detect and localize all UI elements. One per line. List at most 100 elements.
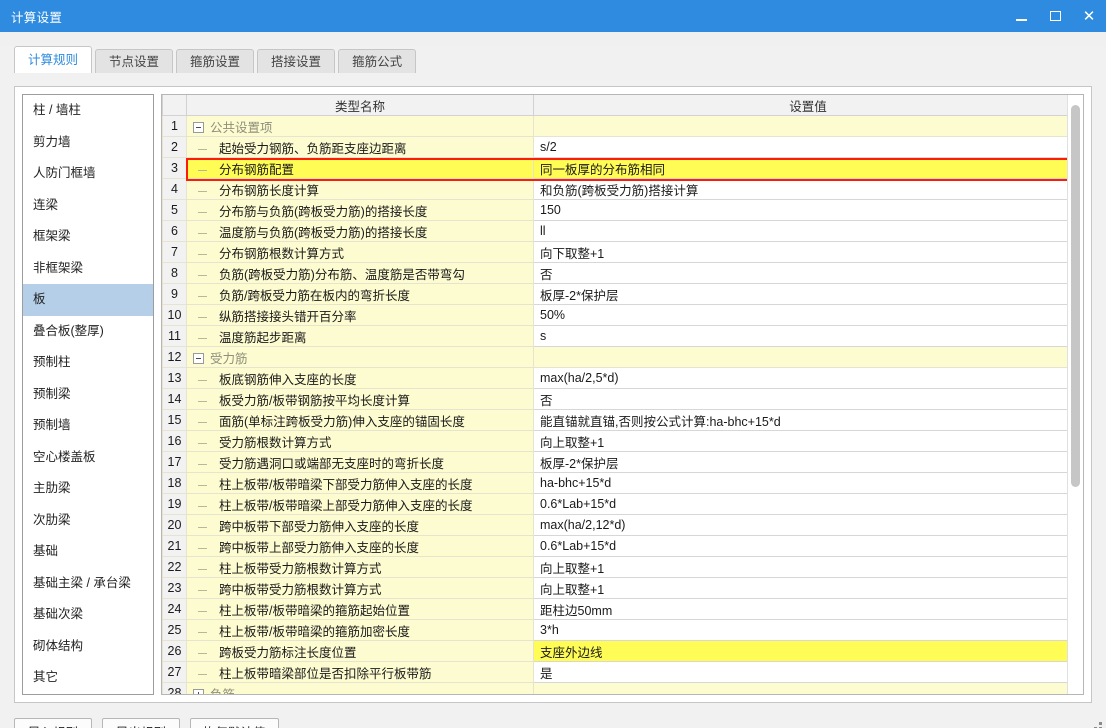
row-setting-value-cell[interactable]: s/2: [533, 136, 1083, 158]
row-setting-value-cell[interactable]: 板厚-2*保护层: [533, 451, 1083, 473]
row-setting-value-cell[interactable]: ha-bhc+15*d: [533, 472, 1083, 494]
sidebar-item-10[interactable]: 预制墙: [23, 410, 153, 442]
tab-stirrup-settings[interactable]: 箍筋设置: [176, 49, 255, 73]
sidebar-item-16[interactable]: 基础次梁: [23, 599, 153, 631]
row-setting-value-cell[interactable]: 向上取整+1: [533, 430, 1083, 452]
table-row[interactable]: 5 分布筋与负筋(跨板受力筋)的搭接长度 150: [162, 199, 1083, 221]
sidebar-item-14[interactable]: 基础: [23, 536, 153, 568]
tab-lap-settings[interactable]: 搭接设置: [257, 49, 336, 73]
table-row[interactable]: 14 板受力筋/板带钢筋按平均长度计算 否: [162, 388, 1083, 410]
sidebar-item-0[interactable]: 柱 / 墙柱: [23, 95, 153, 127]
collapse-icon[interactable]: [193, 352, 204, 364]
row-type-name-cell[interactable]: 温度筋与负筋(跨板受力筋)的搭接长度: [186, 220, 534, 242]
table-row[interactable]: 17 受力筋遇洞口或端部无支座时的弯折长度 板厚-2*保护层: [162, 451, 1083, 473]
import-rules-button[interactable]: 导入规则: [14, 718, 92, 728]
row-setting-value-cell[interactable]: 和负筋(跨板受力筋)搭接计算: [533, 178, 1083, 200]
scrollbar-thumb[interactable]: [1071, 105, 1080, 487]
row-setting-value-cell[interactable]: max(ha/2,5*d): [533, 367, 1083, 389]
row-setting-value-cell[interactable]: 0.6*Lab+15*d: [533, 535, 1083, 557]
row-setting-value-cell[interactable]: 50%: [533, 304, 1083, 326]
sidebar-item-1[interactable]: 剪力墙: [23, 127, 153, 159]
table-row[interactable]: 26 跨板受力筋标注长度位置 支座外边线: [162, 640, 1083, 662]
table-row[interactable]: 7 分布钢筋根数计算方式 向下取整+1: [162, 241, 1083, 263]
row-setting-value-cell[interactable]: max(ha/2,12*d): [533, 514, 1083, 536]
row-type-name-cell[interactable]: 跨中板带下部受力筋伸入支座的长度: [186, 514, 534, 536]
export-rules-button[interactable]: 导出规则: [102, 718, 180, 728]
row-setting-value-cell[interactable]: 3*h: [533, 619, 1083, 641]
row-setting-value-cell[interactable]: 是: [533, 661, 1083, 683]
row-setting-value-cell[interactable]: 向上取整+1: [533, 556, 1083, 578]
sidebar-item-11[interactable]: 空心楼盖板: [23, 442, 153, 474]
table-row[interactable]: 15 面筋(单标注跨板受力筋)伸入支座的锚固长度 能直锚就直锚,否则按公式计算:ha…: [162, 409, 1083, 431]
row-setting-value-cell[interactable]: 向下取整+1: [533, 241, 1083, 263]
row-type-name-cell[interactable]: 公共设置项: [186, 115, 534, 137]
sidebar-item-9[interactable]: 预制梁: [23, 379, 153, 411]
table-row[interactable]: 12 受力筋: [162, 346, 1083, 368]
table-row[interactable]: 10 纵筋搭接接头错开百分率 50%: [162, 304, 1083, 326]
tab-node-settings[interactable]: 节点设置: [95, 49, 174, 73]
row-setting-value-cell[interactable]: 能直锚就直锚,否则按公式计算:ha-bhc+15*d: [533, 409, 1083, 431]
row-type-name-cell[interactable]: 负筋(跨板受力筋)分布筋、温度筋是否带弯勾: [186, 262, 534, 284]
tab-calculation-rules[interactable]: 计算规则: [14, 46, 93, 73]
table-row[interactable]: 1 公共设置项: [162, 115, 1083, 137]
row-setting-value-cell[interactable]: ll: [533, 220, 1083, 242]
row-type-name-cell[interactable]: 分布钢筋长度计算: [186, 178, 534, 200]
row-type-name-cell[interactable]: 受力筋遇洞口或端部无支座时的弯折长度: [186, 451, 534, 473]
row-type-name-cell[interactable]: 板受力筋/板带钢筋按平均长度计算: [186, 388, 534, 410]
row-type-name-cell[interactable]: 跨中板带受力筋根数计算方式: [186, 577, 534, 599]
row-type-name-cell[interactable]: 跨板受力筋标注长度位置: [186, 640, 534, 662]
table-row[interactable]: 18 柱上板带/板带暗梁下部受力筋伸入支座的长度 ha-bhc+15*d: [162, 472, 1083, 494]
table-row[interactable]: 16 受力筋根数计算方式 向上取整+1: [162, 430, 1083, 452]
sidebar-item-7[interactable]: 叠合板(整厚): [23, 316, 153, 348]
row-type-name-cell[interactable]: 柱上板带/板带暗梁下部受力筋伸入支座的长度: [186, 472, 534, 494]
row-type-name-cell[interactable]: 起始受力钢筋、负筋距支座边距离: [186, 136, 534, 158]
row-setting-value-cell[interactable]: 0.6*Lab+15*d: [533, 493, 1083, 515]
resize-grip[interactable]: [1088, 721, 1102, 728]
row-setting-value-cell[interactable]: 向上取整+1: [533, 577, 1083, 599]
sidebar-item-6[interactable]: 板: [23, 284, 153, 316]
row-type-name-cell[interactable]: 柱上板带暗梁部位是否扣除平行板带筋: [186, 661, 534, 683]
row-type-name-cell[interactable]: 跨中板带上部受力筋伸入支座的长度: [186, 535, 534, 557]
close-button[interactable]: ✕: [1072, 0, 1106, 32]
tab-stirrup-formula[interactable]: 箍筋公式: [338, 49, 417, 73]
table-row[interactable]: 20 跨中板带下部受力筋伸入支座的长度 max(ha/2,12*d): [162, 514, 1083, 536]
row-type-name-cell[interactable]: 受力筋根数计算方式: [186, 430, 534, 452]
table-row[interactable]: 8 负筋(跨板受力筋)分布筋、温度筋是否带弯勾 否: [162, 262, 1083, 284]
table-row[interactable]: 28 负筋: [162, 682, 1083, 694]
table-row[interactable]: 4 分布钢筋长度计算 和负筋(跨板受力筋)搭接计算: [162, 178, 1083, 200]
collapse-icon[interactable]: [193, 121, 204, 133]
row-type-name-cell[interactable]: 面筋(单标注跨板受力筋)伸入支座的锚固长度: [186, 409, 534, 431]
sidebar-item-8[interactable]: 预制柱: [23, 347, 153, 379]
row-type-name-cell[interactable]: 柱上板带/板带暗梁的箍筋加密长度: [186, 619, 534, 641]
row-setting-value-cell[interactable]: [533, 682, 1083, 694]
row-type-name-cell[interactable]: 柱上板带/板带暗梁上部受力筋伸入支座的长度: [186, 493, 534, 515]
row-setting-value-cell[interactable]: s: [533, 325, 1083, 347]
sidebar-item-4[interactable]: 框架梁: [23, 221, 153, 253]
expand-icon[interactable]: [193, 688, 204, 694]
sidebar-item-2[interactable]: 人防门框墙: [23, 158, 153, 190]
table-row[interactable]: 24 柱上板带/板带暗梁的箍筋起始位置 距柱边50mm: [162, 598, 1083, 620]
table-row[interactable]: 23 跨中板带受力筋根数计算方式 向上取整+1: [162, 577, 1083, 599]
table-row[interactable]: 21 跨中板带上部受力筋伸入支座的长度 0.6*Lab+15*d: [162, 535, 1083, 557]
row-setting-value-cell[interactable]: 支座外边线: [533, 640, 1083, 662]
table-row[interactable]: 11 温度筋起步距离 s: [162, 325, 1083, 347]
sidebar-item-3[interactable]: 连梁: [23, 190, 153, 222]
minimize-button[interactable]: [1004, 0, 1038, 32]
row-type-name-cell[interactable]: 柱上板带受力筋根数计算方式: [186, 556, 534, 578]
row-type-name-cell[interactable]: 板底钢筋伸入支座的长度: [186, 367, 534, 389]
row-setting-value-cell[interactable]: 距柱边50mm: [533, 598, 1083, 620]
table-row[interactable]: 2 起始受力钢筋、负筋距支座边距离 s/2: [162, 136, 1083, 158]
row-type-name-cell[interactable]: 纵筋搭接接头错开百分率: [186, 304, 534, 326]
table-row[interactable]: 27 柱上板带暗梁部位是否扣除平行板带筋 是: [162, 661, 1083, 683]
sidebar-item-15[interactable]: 基础主梁 / 承台梁: [23, 568, 153, 600]
row-type-name-cell[interactable]: 受力筋: [186, 346, 534, 368]
sidebar-item-13[interactable]: 次肋梁: [23, 505, 153, 537]
row-type-name-cell[interactable]: 柱上板带/板带暗梁的箍筋起始位置: [186, 598, 534, 620]
row-type-name-cell[interactable]: 分布筋与负筋(跨板受力筋)的搭接长度: [186, 199, 534, 221]
sidebar-item-17[interactable]: 砌体结构: [23, 631, 153, 663]
row-setting-value-cell[interactable]: 板厚-2*保护层: [533, 283, 1083, 305]
table-row[interactable]: 22 柱上板带受力筋根数计算方式 向上取整+1: [162, 556, 1083, 578]
table-row[interactable]: 3 分布钢筋配置 同一板厚的分布筋相同: [162, 157, 1083, 179]
row-type-name-cell[interactable]: 分布钢筋配置: [186, 157, 534, 179]
table-row[interactable]: 19 柱上板带/板带暗梁上部受力筋伸入支座的长度 0.6*Lab+15*d: [162, 493, 1083, 515]
